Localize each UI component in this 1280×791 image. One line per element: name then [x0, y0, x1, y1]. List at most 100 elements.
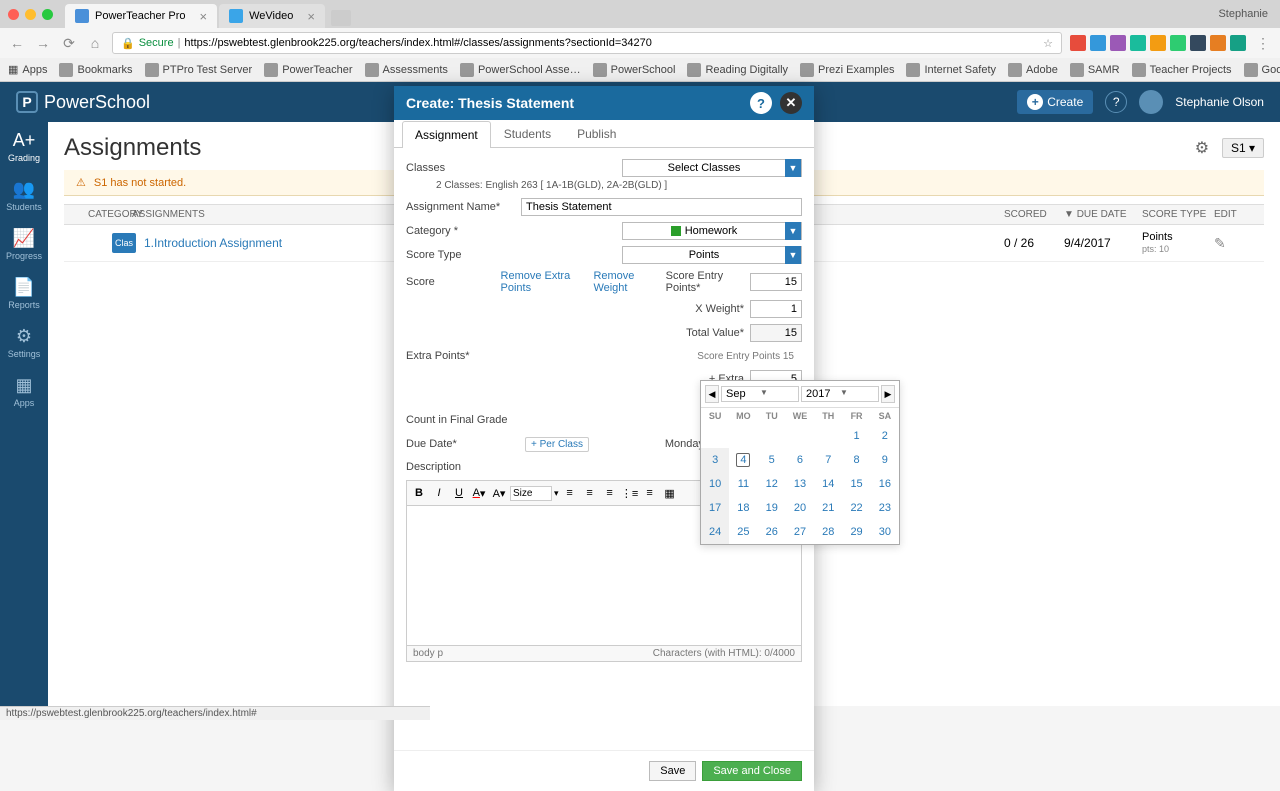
classes-select[interactable]: Select Classes ▼ — [622, 159, 802, 177]
date-cell[interactable]: 28 — [814, 520, 842, 544]
date-cell[interactable]: 18 — [729, 496, 757, 520]
xweight-input[interactable] — [750, 300, 802, 318]
bookmark-item[interactable]: Internet Safety — [906, 63, 996, 77]
nav-students[interactable]: 👥Students — [6, 179, 42, 212]
textcolor-button[interactable]: A▾ — [470, 484, 488, 502]
home-button[interactable]: ⌂ — [86, 34, 104, 52]
month-select[interactable]: Sep▼ — [721, 386, 799, 402]
extension-icon[interactable] — [1090, 35, 1106, 51]
url-input[interactable]: 🔒 Secure | https://pswebtest.glenbrook22… — [112, 32, 1062, 54]
tab-assignment[interactable]: Assignment — [402, 121, 491, 148]
extension-icon[interactable] — [1190, 35, 1206, 51]
align-left-button[interactable]: ≡ — [561, 484, 579, 502]
apps-button[interactable]: ▦ Apps — [8, 63, 47, 76]
maximize-icon[interactable] — [42, 9, 53, 20]
total-input[interactable] — [750, 324, 802, 342]
align-center-button[interactable]: ≡ — [581, 484, 599, 502]
remove-extra-link[interactable]: Remove Extra Points — [501, 270, 586, 294]
bookmark-item[interactable]: Google Classroom… — [1244, 63, 1280, 77]
score-entry-input[interactable] — [750, 273, 802, 291]
bookmark-item[interactable]: Assessments — [365, 63, 448, 77]
remove-weight-link[interactable]: Remove Weight — [593, 270, 657, 294]
date-cell[interactable]: 4 — [729, 448, 757, 472]
date-cell[interactable]: 22 — [842, 496, 870, 520]
list-button[interactable]: ⋮≡ — [621, 484, 639, 502]
bookmark-item[interactable]: SAMR — [1070, 63, 1120, 77]
extension-icon[interactable] — [1230, 35, 1246, 51]
extension-icon[interactable] — [1070, 35, 1086, 51]
date-cell[interactable]: 25 — [729, 520, 757, 544]
date-cell[interactable]: 24 — [701, 520, 729, 544]
bold-button[interactable]: B — [410, 484, 428, 502]
date-cell[interactable]: 26 — [758, 520, 786, 544]
menu-icon[interactable]: ⋮ — [1254, 34, 1272, 52]
extension-icon[interactable] — [1150, 35, 1166, 51]
bookmark-item[interactable]: Teacher Projects — [1132, 63, 1232, 77]
italic-button[interactable]: I — [430, 484, 448, 502]
tab-students[interactable]: Students — [491, 120, 564, 147]
bookmark-item[interactable]: Prezi Examples — [800, 63, 894, 77]
date-cell[interactable]: 5 — [758, 448, 786, 472]
date-cell[interactable]: 30 — [871, 520, 899, 544]
tab-close-icon[interactable]: × — [200, 9, 208, 24]
date-cell[interactable]: 27 — [786, 520, 814, 544]
edit-icon[interactable]: ✎ — [1214, 235, 1226, 251]
date-cell[interactable]: 10 — [701, 472, 729, 496]
per-class-button[interactable]: + Per Class — [525, 437, 589, 452]
create-button[interactable]: + Create — [1017, 90, 1093, 114]
date-cell[interactable]: 7 — [814, 448, 842, 472]
save-close-button[interactable]: Save and Close — [702, 761, 802, 781]
help-icon[interactable]: ? — [1105, 91, 1127, 113]
reload-button[interactable]: ⟳ — [60, 34, 78, 52]
browser-tab-active[interactable]: PowerTeacher Pro × — [65, 4, 217, 28]
date-cell[interactable]: 21 — [814, 496, 842, 520]
date-cell[interactable]: 20 — [786, 496, 814, 520]
date-cell[interactable]: 15 — [842, 472, 870, 496]
new-tab-button[interactable] — [331, 10, 351, 26]
next-month-button[interactable]: ▶ — [881, 385, 895, 403]
tab-close-icon[interactable]: × — [307, 9, 315, 24]
extension-icon[interactable] — [1210, 35, 1226, 51]
extension-icon[interactable] — [1110, 35, 1126, 51]
date-cell[interactable]: 3 — [701, 448, 729, 472]
table-button[interactable]: ▦ — [661, 484, 679, 502]
close-icon[interactable]: ✕ — [780, 92, 802, 114]
underline-button[interactable]: U — [450, 484, 468, 502]
avatar-icon[interactable] — [1139, 90, 1163, 114]
date-cell[interactable]: 29 — [842, 520, 870, 544]
nav-apps[interactable]: ▦Apps — [14, 375, 35, 408]
nav-settings[interactable]: ⚙Settings — [8, 326, 41, 359]
extension-icon[interactable] — [1170, 35, 1186, 51]
size-select[interactable] — [510, 486, 552, 501]
save-button[interactable]: Save — [649, 761, 696, 781]
bookmark-item[interactable]: Bookmarks — [59, 63, 132, 77]
bgcolor-button[interactable]: A▾ — [490, 484, 508, 502]
year-select[interactable]: 2017▼ — [801, 386, 879, 402]
bookmark-item[interactable]: Reading Digitally — [687, 63, 788, 77]
date-cell[interactable]: 12 — [758, 472, 786, 496]
bookmark-item[interactable]: PowerTeacher — [264, 63, 352, 77]
term-selector[interactable]: S1 ▾ — [1222, 138, 1264, 158]
extension-icon[interactable] — [1130, 35, 1146, 51]
scoretype-select[interactable]: Points ▼ — [622, 246, 802, 264]
date-cell[interactable]: 13 — [786, 472, 814, 496]
bookmark-item[interactable]: PowerSchool — [593, 63, 676, 77]
date-cell[interactable]: 19 — [758, 496, 786, 520]
date-cell[interactable]: 1 — [842, 424, 870, 448]
date-cell[interactable]: 11 — [729, 472, 757, 496]
minimize-icon[interactable] — [25, 9, 36, 20]
date-cell[interactable]: 23 — [871, 496, 899, 520]
gear-icon[interactable]: ⚙ — [1190, 136, 1214, 160]
date-cell[interactable]: 14 — [814, 472, 842, 496]
back-button[interactable]: ← — [8, 34, 26, 52]
tab-publish[interactable]: Publish — [564, 120, 629, 147]
date-cell[interactable]: 2 — [871, 424, 899, 448]
date-cell[interactable]: 9 — [871, 448, 899, 472]
bookmark-item[interactable]: PTPro Test Server — [145, 63, 253, 77]
assignment-name-input[interactable] — [521, 198, 802, 216]
date-cell[interactable]: 16 — [871, 472, 899, 496]
category-select[interactable]: Homework ▼ — [622, 222, 802, 240]
date-cell[interactable]: 6 — [786, 448, 814, 472]
forward-button[interactable]: → — [34, 34, 52, 52]
bookmark-item[interactable]: PowerSchool Asse… — [460, 63, 581, 77]
